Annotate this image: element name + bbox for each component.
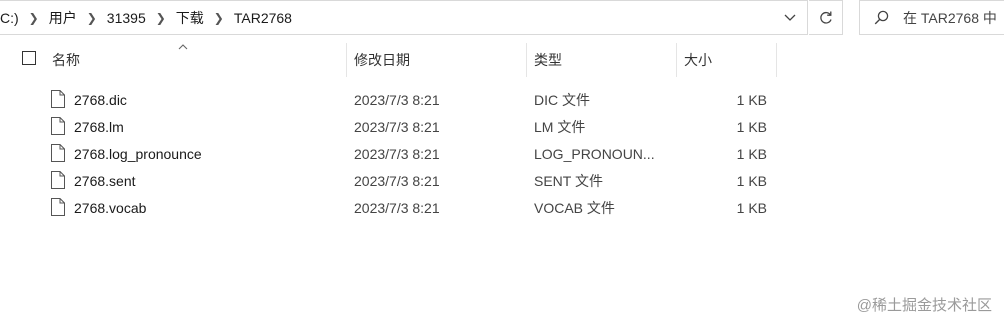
file-type: LOG_PRONOUN... bbox=[534, 145, 655, 162]
watermark: @稀土掘金技术社区 bbox=[856, 297, 992, 314]
file-size: 1 KB bbox=[736, 199, 767, 216]
breadcrumb-drive[interactable]: C:) bbox=[0, 10, 19, 26]
column-header-type-label: 类型 bbox=[534, 52, 562, 68]
file-date: 2023/7/3 8:21 bbox=[354, 118, 440, 135]
file-icon bbox=[51, 117, 65, 135]
breadcrumb-downloads[interactable]: 下载 bbox=[176, 8, 204, 28]
column-header-size-label: 大小 bbox=[684, 52, 712, 68]
file-date: 2023/7/3 8:21 bbox=[354, 91, 440, 108]
file-name: 2768.log_pronounce bbox=[74, 145, 202, 162]
file-type: SENT 文件 bbox=[534, 172, 603, 189]
refresh-icon bbox=[819, 11, 832, 24]
file-icon bbox=[51, 171, 65, 189]
chevron-right-icon[interactable]: ❯ bbox=[87, 11, 97, 25]
file-name: 2768.dic bbox=[74, 91, 127, 108]
breadcrumb-current[interactable]: TAR2768 bbox=[234, 10, 292, 26]
file-icon bbox=[51, 198, 65, 216]
column-header-date-label: 修改日期 bbox=[354, 52, 410, 68]
file-icon bbox=[51, 144, 65, 162]
file-row[interactable]: 2768.vocab 2023/7/3 8:21 VOCAB 文件 1 KB bbox=[0, 194, 800, 221]
file-type: VOCAB 文件 bbox=[534, 199, 615, 216]
search-input[interactable]: 在 TAR2768 中 bbox=[903, 8, 997, 28]
address-bar[interactable]: C:) ❯ 用户 ❯ 31395 ❯ 下载 ❯ TAR2768 bbox=[0, 0, 808, 35]
file-name: 2768.sent bbox=[74, 172, 136, 189]
file-date: 2023/7/3 8:21 bbox=[354, 145, 440, 162]
file-size: 1 KB bbox=[736, 118, 767, 135]
column-divider[interactable] bbox=[346, 43, 347, 77]
chevron-down-icon bbox=[784, 14, 796, 21]
file-date: 2023/7/3 8:21 bbox=[354, 199, 440, 216]
column-header-type[interactable]: 类型 bbox=[534, 43, 674, 77]
file-row[interactable]: 2768.sent 2023/7/3 8:21 SENT 文件 1 KB bbox=[0, 167, 800, 194]
file-type: LM 文件 bbox=[534, 118, 586, 135]
file-size: 1 KB bbox=[736, 172, 767, 189]
file-type: DIC 文件 bbox=[534, 91, 590, 108]
file-row[interactable]: 2768.log_pronounce 2023/7/3 8:21 LOG_PRO… bbox=[0, 140, 800, 167]
search-box[interactable]: 在 TAR2768 中 bbox=[859, 0, 1004, 35]
column-header-name[interactable]: 名称 bbox=[52, 43, 342, 77]
toolbar: C:) ❯ 用户 ❯ 31395 ❯ 下载 ❯ TAR2768 在 TAR276… bbox=[0, 0, 1004, 37]
search-icon bbox=[874, 10, 889, 25]
column-divider[interactable] bbox=[526, 43, 527, 77]
refresh-button[interactable] bbox=[809, 0, 843, 35]
file-size: 1 KB bbox=[736, 91, 767, 108]
breadcrumb-users[interactable]: 用户 bbox=[49, 8, 77, 28]
column-header-name-label: 名称 bbox=[52, 52, 80, 68]
column-header-row: 名称 修改日期 类型 大小 bbox=[0, 43, 800, 77]
file-name: 2768.vocab bbox=[74, 199, 147, 216]
file-row[interactable]: 2768.dic 2023/7/3 8:21 DIC 文件 1 KB bbox=[0, 86, 800, 113]
column-divider[interactable] bbox=[776, 43, 777, 77]
file-size: 1 KB bbox=[736, 145, 767, 162]
select-all-checkbox[interactable] bbox=[22, 51, 36, 65]
chevron-right-icon[interactable]: ❯ bbox=[29, 11, 39, 25]
column-header-date[interactable]: 修改日期 bbox=[354, 43, 524, 77]
chevron-right-icon[interactable]: ❯ bbox=[214, 11, 224, 25]
column-divider[interactable] bbox=[676, 43, 677, 77]
file-icon bbox=[51, 90, 65, 108]
address-history-button[interactable] bbox=[773, 1, 807, 34]
file-name: 2768.lm bbox=[74, 118, 124, 135]
file-date: 2023/7/3 8:21 bbox=[354, 172, 440, 189]
file-row[interactable]: 2768.lm 2023/7/3 8:21 LM 文件 1 KB bbox=[0, 113, 800, 140]
chevron-right-icon[interactable]: ❯ bbox=[156, 11, 166, 25]
sort-up-icon bbox=[178, 44, 188, 50]
column-header-size[interactable]: 大小 bbox=[684, 43, 774, 77]
breadcrumb-user[interactable]: 31395 bbox=[107, 10, 146, 26]
